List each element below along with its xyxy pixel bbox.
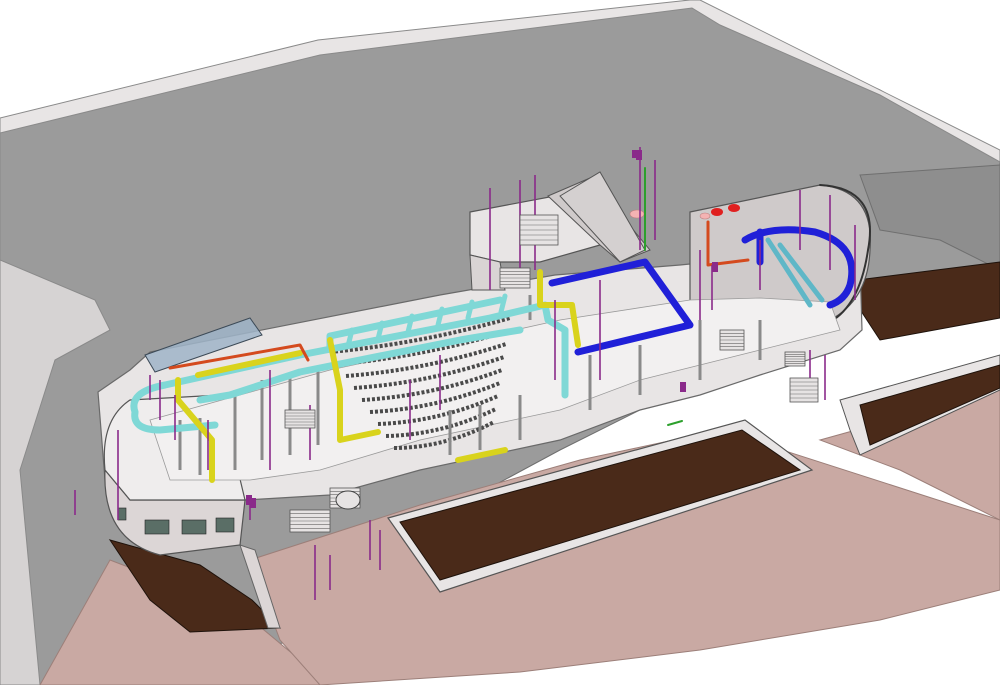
window (215, 517, 235, 533)
stair-run (289, 509, 331, 533)
window (181, 519, 207, 535)
survey-marker (667, 420, 683, 426)
pink-diffuser (699, 212, 711, 220)
spiral-stair (335, 490, 361, 510)
stair-run (784, 351, 806, 367)
building-model-scene (0, 0, 1000, 685)
stair-run (719, 329, 745, 351)
stair-run (519, 214, 559, 246)
pink-diffuser (629, 209, 645, 219)
fire-sprinkler (728, 204, 740, 212)
fire-sprinkler (711, 208, 723, 216)
mast-flag (632, 150, 638, 158)
window (144, 519, 170, 535)
riser-box (712, 262, 718, 272)
stair-run (789, 377, 819, 403)
riser-box (680, 382, 686, 392)
stair-run (284, 409, 316, 429)
bim-3d-viewport[interactable] (0, 0, 1000, 685)
window (117, 507, 127, 521)
stair-run (499, 267, 531, 289)
riser-box (250, 498, 256, 508)
